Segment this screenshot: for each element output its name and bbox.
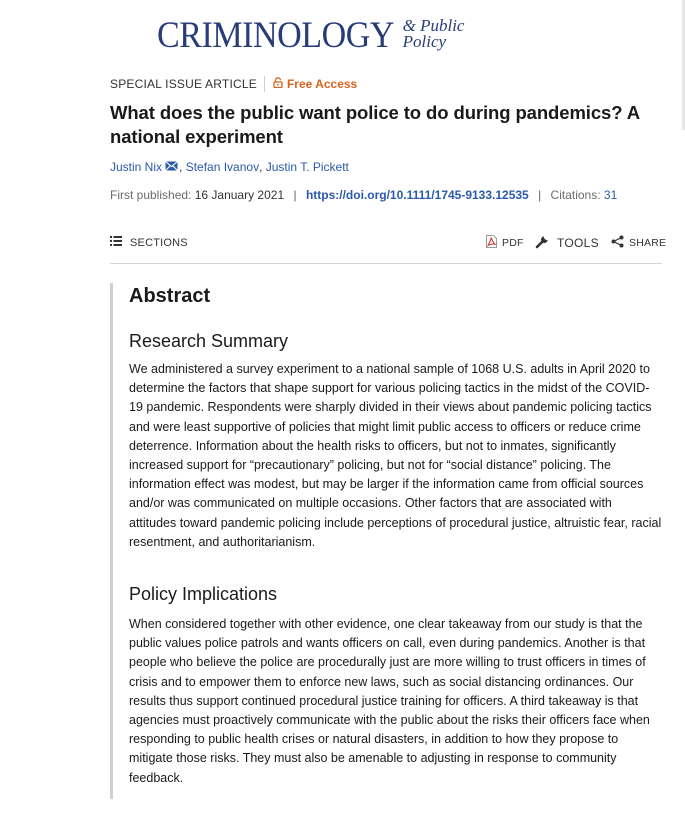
journal-subtitle-line-2: Policy [402, 32, 447, 51]
sections-label: SECTIONS [130, 236, 188, 249]
policy-implications-heading: Policy Implications [129, 584, 278, 604]
publication-info: First published: 16 January 2021 | https… [110, 188, 662, 202]
author-separator: , [179, 160, 186, 174]
tools-button[interactable]: TOOLS [535, 234, 599, 252]
lock-icon [273, 77, 283, 91]
list-icon [110, 236, 122, 249]
article-type: SPECIAL ISSUE ARTICLE [110, 77, 257, 91]
policy-implications-text: When considered together with other evid… [129, 617, 650, 785]
author-link[interactable]: Stefan Ivanov [186, 160, 259, 174]
pdf-label: PDF [502, 237, 524, 249]
research-summary-heading: Research Summary [129, 331, 289, 351]
pubinfo-separator: | [293, 188, 297, 202]
tools-label: TOOLS [557, 236, 599, 250]
article-title: What does the public want police to do d… [110, 102, 640, 147]
wrench-icon [535, 234, 550, 252]
author-link[interactable]: Justin T. Pickett [266, 160, 349, 174]
doi-link[interactable]: https://doi.org/10.1111/1745-9133.12535 [306, 188, 529, 202]
share-icon [611, 235, 624, 251]
author-separator: , [259, 160, 266, 174]
abstract-heading: Abstract [129, 285, 211, 307]
pdf-icon [486, 235, 497, 251]
journal-name: CRIMINOLOGY [157, 15, 395, 56]
first-published-date: 16 January 2021 [194, 188, 285, 202]
citations-count[interactable]: 31 [604, 188, 617, 202]
share-label: SHARE [629, 237, 667, 249]
first-published-label: First published: [110, 188, 192, 202]
free-access-badge: Free Access [286, 77, 358, 91]
sections-button[interactable]: SECTIONS [110, 236, 188, 249]
abstract-section: Abstract Research Summary We administere… [110, 283, 665, 799]
author-link[interactable]: Justin Nix [110, 160, 162, 174]
citations-label: Citations: [550, 188, 601, 202]
pdf-button[interactable]: PDF [486, 235, 524, 251]
author-list: Justin Nix , Stefan Ivanov , Justin T. P… [110, 160, 662, 174]
journal-subtitle: & Public Policy [402, 17, 465, 51]
article-toolbar: SECTIONS PDF TOOLS SHARE [110, 232, 666, 252]
toolbar-divider [110, 263, 662, 264]
article-meta-row: SPECIAL ISSUE ARTICLE Free Access [110, 76, 662, 92]
research-summary-text: We administered a survey experiment to a… [129, 362, 662, 549]
share-button[interactable]: SHARE [611, 235, 666, 251]
journal-logo[interactable]: CRIMINOLOGY & Public Policy [157, 14, 464, 58]
mail-icon[interactable] [165, 160, 178, 174]
meta-divider [263, 76, 265, 92]
pubinfo-separator: | [538, 188, 542, 202]
